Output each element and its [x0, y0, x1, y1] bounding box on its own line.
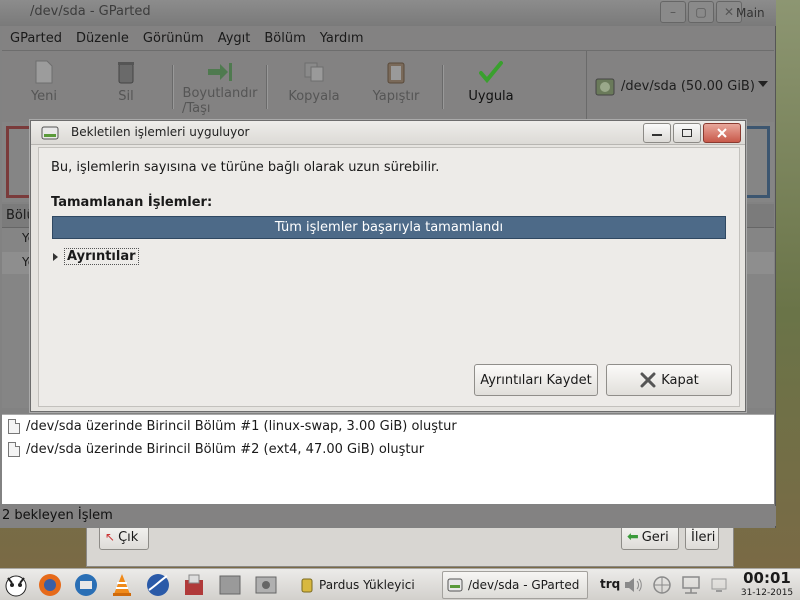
task-gparted[interactable]: /dev/sda - GParted [442, 571, 588, 599]
tools-icon [255, 576, 277, 594]
harddisk-icon [41, 126, 59, 140]
gparted-titlebar: /dev/sda - GParted – ▢ ✕ [0, 0, 776, 26]
chevron-down-icon [758, 81, 768, 87]
settings-launcher[interactable] [252, 571, 280, 599]
apply-operations-dialog: Bekletilen işlemleri uyguluyor Bu, işlem… [30, 120, 746, 412]
thunderbird-icon [75, 574, 97, 596]
new-document-icon [32, 59, 56, 85]
menu-view[interactable]: Görünüm [143, 31, 204, 46]
completed-operations-heading: Tamamlanan İşlemler: [51, 195, 213, 210]
save-details-button[interactable]: Ayrıntıları Kaydet [474, 364, 598, 396]
firefox-launcher[interactable] [36, 571, 64, 599]
dialog-content: Bu, işlemlerin sayısına ve türüne bağlı … [38, 147, 740, 407]
apply-button[interactable]: Uygula [462, 59, 520, 104]
document-icon [8, 442, 20, 457]
dialog-window-controls [643, 123, 741, 143]
minimize-button[interactable]: – [660, 1, 686, 23]
device-selector[interactable]: /dev/sda (50.00 GiB) [586, 51, 776, 122]
pardus-cat-icon [5, 575, 27, 597]
window-controls: – ▢ ✕ [660, 1, 742, 23]
window-title: /dev/sda - GParted [30, 4, 151, 19]
network-status[interactable] [650, 571, 674, 599]
maximize-button[interactable]: ▢ [688, 1, 714, 23]
maximize-button[interactable] [673, 123, 701, 143]
menu-gparted[interactable]: GParted [10, 31, 62, 46]
volume-control[interactable] [622, 571, 644, 599]
task-pardus-installer[interactable]: Pardus Yükleyici [296, 571, 419, 599]
pending-operations-list: /dev/sda üzerinde Birincil Bölüm #1 (lin… [2, 414, 774, 504]
statusbar: 2 bekleyen İşlem [0, 506, 776, 526]
file-manager-launcher[interactable] [216, 571, 244, 599]
network-manager[interactable] [678, 571, 704, 599]
clipboard-icon [384, 59, 408, 85]
menu-edit[interactable]: Düzenle [76, 31, 129, 46]
clock[interactable]: 00:01 31-12-2015 [736, 569, 798, 598]
list-item[interactable]: /dev/sda üzerinde Birincil Bölüm #1 (lin… [2, 415, 774, 438]
firefox-icon [39, 574, 61, 596]
toolbar-separator [172, 65, 174, 109]
clock-date: 31-12-2015 [740, 588, 794, 598]
dialog-titlebar: Bekletilen işlemleri uyguluyor [31, 121, 745, 145]
list-item[interactable]: /dev/sda üzerinde Birincil Bölüm #2 (ext… [2, 438, 774, 461]
menubar: GParted Düzenle Görünüm Aygıt Bölüm Yard… [2, 26, 774, 50]
package-icon [185, 574, 203, 595]
expander-arrow-icon [53, 252, 58, 261]
toolbar-separator [266, 65, 268, 109]
globe-icon [147, 574, 169, 596]
start-menu-button[interactable] [2, 571, 30, 599]
folder-icon [219, 575, 241, 595]
keyboard-layout-indicator[interactable]: trq [600, 577, 620, 591]
installer-icon [301, 578, 313, 593]
close-dialog-button[interactable]: Kapat [606, 364, 732, 396]
quit-icon: ↖ [105, 530, 116, 544]
delete-button[interactable]: Sil [104, 59, 148, 104]
harddisk-icon [595, 78, 615, 95]
details-expander[interactable]: Ayrıntılar [53, 248, 139, 265]
minimize-button[interactable] [643, 123, 671, 143]
checkmark-icon [479, 59, 503, 85]
globe-network-icon [653, 576, 671, 594]
clock-time: 00:01 [743, 569, 791, 587]
toolbar-separator [442, 65, 444, 109]
close-button[interactable] [703, 123, 741, 143]
resize-arrow-icon [205, 59, 235, 85]
minimize-icon [652, 134, 662, 136]
back-arrow-icon: ⬅ [627, 529, 639, 545]
copy-icon [302, 59, 326, 85]
device-label: /dev/sda (50.00 GiB) [621, 79, 755, 94]
speaker-icon [625, 578, 642, 592]
copy-button[interactable]: Kopyala [284, 59, 344, 104]
partition-block-ext4[interactable] [742, 126, 770, 198]
dialog-title: Bekletilen işlemleri uyguluyor [71, 125, 250, 139]
progress-bar: Tüm işlemler başarıyla tamamlandı [52, 216, 726, 239]
details-label: Ayrıntılar [64, 248, 139, 265]
menu-help[interactable]: Yardım [320, 31, 364, 46]
computer-network-icon [682, 576, 700, 594]
trash-icon [114, 59, 138, 85]
vlc-launcher[interactable] [108, 571, 136, 599]
vlc-cone-icon [113, 574, 131, 596]
progress-text: Tüm işlemler başarıyla tamamlandı [274, 220, 504, 235]
toolbar: Yeni Sil Boyutlandır /Taşı Kopyala Yapış… [2, 50, 774, 122]
main-label: Main [736, 6, 765, 20]
taskbar: Pardus Yükleyici /dev/sda - GParted trq … [0, 568, 800, 600]
system-tray-extra[interactable] [708, 571, 730, 599]
dialog-message: Bu, işlemlerin sayısına ve türüne bağlı … [51, 160, 440, 175]
thunderbird-launcher[interactable] [72, 571, 100, 599]
maximize-icon [682, 129, 692, 137]
paste-button[interactable]: Yapıştır [366, 59, 426, 104]
menu-partition[interactable]: Bölüm [264, 31, 305, 46]
package-manager-launcher[interactable] [180, 571, 208, 599]
browser-launcher[interactable] [144, 571, 172, 599]
close-icon [640, 372, 656, 388]
menu-device[interactable]: Aygıt [218, 31, 251, 46]
harddisk-icon [447, 578, 463, 592]
resize-move-button[interactable]: Boyutlandır /Taşı [180, 59, 260, 116]
document-icon [8, 419, 20, 434]
new-button[interactable]: Yeni [22, 59, 66, 104]
monitor-icon [711, 578, 727, 592]
close-icon [717, 128, 727, 138]
